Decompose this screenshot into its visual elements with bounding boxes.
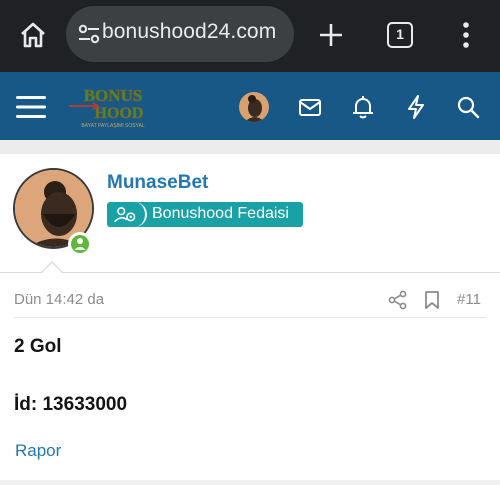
bookmark-icon[interactable] [423,290,441,310]
new-tab-plus-icon[interactable] [318,22,344,48]
more-vertical-icon[interactable] [455,20,477,50]
post-pointer-fill [41,263,63,274]
online-status-icon [68,232,92,256]
share-icon[interactable] [388,290,408,310]
svg-text:BAYAT PAYLAŞIMI SOSYAL: BAYAT PAYLAŞIMI SOSYAL [81,123,144,129]
user-rank-badge: Bonushood Fedaisi [107,202,303,227]
bell-icon[interactable] [350,94,376,120]
search-icon[interactable] [455,94,481,120]
user-avatar[interactable] [239,92,269,122]
url-text: bonushood24.com [102,20,277,43]
author-username[interactable]: MunaseBet [107,172,208,194]
post-date[interactable]: Dün 14:42 da [14,291,104,308]
post-bottom-edge [0,480,500,485]
profile-divider [0,272,500,273]
site-settings-icon[interactable] [78,23,100,45]
post-body-line: İd: 13633000 [14,394,128,415]
badge-label: Bonushood Fedaisi [152,205,289,222]
badge-icon-box [107,202,147,227]
home-icon[interactable] [18,20,48,50]
report-link[interactable]: Rapor [15,441,61,461]
post-body-line: 2 Gol [14,336,62,357]
address-bar[interactable]: bonushood24.com [66,6,294,62]
lightning-icon[interactable] [403,94,429,120]
svg-text:BONUS: BONUS [84,86,143,105]
mail-icon[interactable] [297,94,323,120]
post-number[interactable]: #11 [457,291,481,308]
tab-count-icon[interactable]: 1 [387,22,413,48]
meta-divider [14,317,486,318]
user-cog-icon [114,207,136,223]
header-shadow-strip [0,140,500,154]
hamburger-menu-icon[interactable] [16,94,46,120]
svg-text:HOOD: HOOD [95,105,144,122]
site-logo[interactable]: BONUS HOOD BAYAT PAYLAŞIMI SOSYAL [67,84,159,130]
